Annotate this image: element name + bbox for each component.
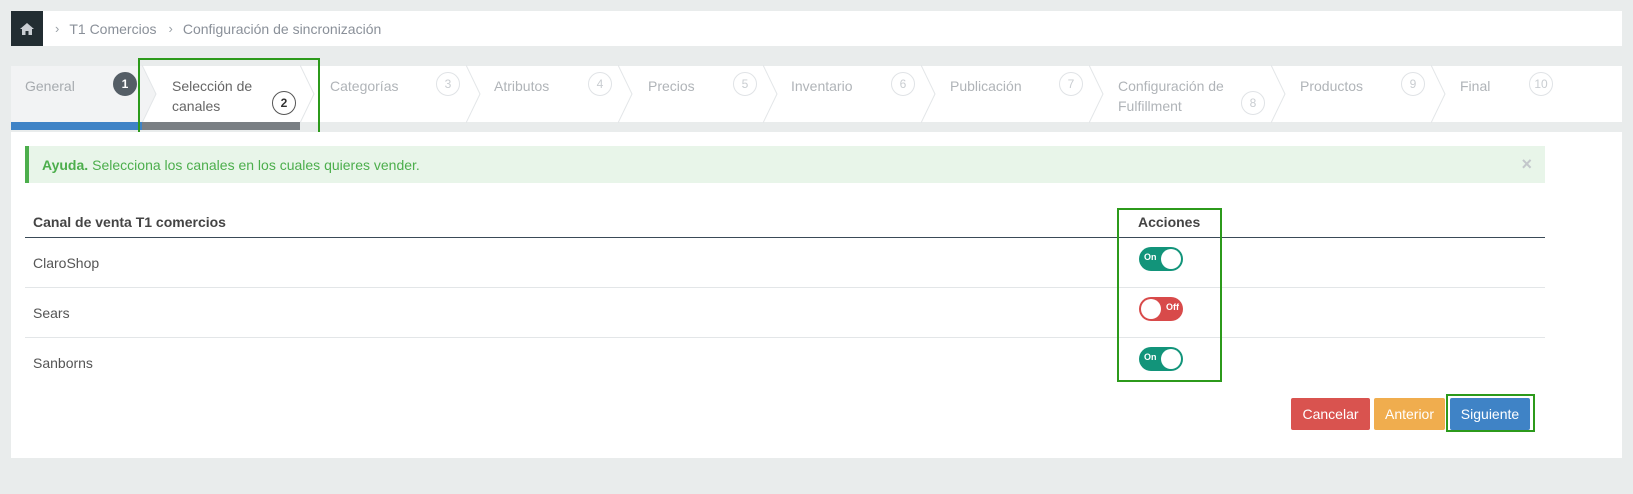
wizard-step-label: Productos — [1300, 78, 1364, 94]
wizard-step-number: 3 — [436, 72, 460, 96]
breadcrumb-link-t1-comercios[interactable]: T1 Comercios — [69, 21, 156, 37]
wizard-step-publicacion[interactable]: Publicación 7 — [921, 66, 1089, 122]
wizard-step-inventario[interactable]: Inventario 6 — [763, 66, 921, 122]
wizard-step-general[interactable]: General 1 — [11, 66, 142, 122]
wizard-chevron — [618, 65, 633, 123]
wizard-chevron — [1431, 65, 1446, 123]
wizard-step-number: 9 — [1401, 72, 1425, 96]
table-row: ClaroShop On — [25, 238, 1545, 288]
wizard-chevron — [466, 65, 481, 123]
wizard-step-number: 8 — [1241, 91, 1265, 115]
wizard-chevron — [921, 65, 936, 123]
wizard-progress-bar — [11, 122, 142, 130]
wizard-step-number: 4 — [588, 72, 612, 96]
wizard-step-categorias[interactable]: Categorías 3 — [300, 66, 466, 122]
wizard-step-label: Final — [1460, 78, 1491, 94]
wizard-step-label: Precios — [648, 78, 695, 94]
highlight-actions-column — [1117, 208, 1222, 382]
wizard-step-label: Atributos — [494, 78, 550, 94]
wizard-step-label: Categorías — [330, 78, 399, 94]
channel-name: ClaroShop — [33, 255, 100, 271]
home-icon[interactable] — [11, 11, 43, 46]
wizard-step-fulfillment[interactable]: Configuración de Fulfillment 8 — [1089, 66, 1271, 122]
channels-table: Canal de venta T1 comercios Acciones Cla… — [25, 202, 1545, 388]
table-row: Sears Off — [25, 288, 1545, 338]
wizard-step-productos[interactable]: Productos 9 — [1271, 66, 1431, 122]
wizard-chevron — [763, 65, 778, 123]
wizard-chevron — [1089, 65, 1104, 123]
table-row: Sanborns On — [25, 338, 1545, 388]
previous-button[interactable]: Anterior — [1374, 398, 1445, 430]
breadcrumb-separator: › — [168, 21, 173, 36]
breadcrumb-current: Configuración de sincronización — [182, 20, 382, 37]
wizard-step-number: 10 — [1529, 72, 1553, 96]
table-header: Canal de venta T1 comercios Acciones — [25, 202, 1545, 238]
channel-name: Sears — [33, 305, 70, 321]
breadcrumb-separator: › — [55, 21, 60, 36]
wizard-step-number: 5 — [733, 72, 757, 96]
channel-name: Sanborns — [33, 355, 93, 371]
wizard-step-label: Inventario — [791, 78, 853, 94]
highlight-next-button — [1446, 394, 1535, 432]
wizard-step-number: 6 — [891, 72, 915, 96]
wizard-step-number: 7 — [1059, 72, 1083, 96]
cancel-button[interactable]: Cancelar — [1291, 398, 1370, 430]
header-channel: Canal de venta T1 comercios — [33, 214, 226, 230]
breadcrumb: › T1 Comercios › Configuración de sincro… — [11, 11, 1622, 46]
main-panel: Ayuda. Selecciona los canales en los cua… — [11, 132, 1622, 458]
wizard-step-label: General — [25, 78, 75, 94]
wizard-step-label: Publicación — [950, 78, 1022, 94]
highlight-active-step — [138, 58, 320, 135]
wizard-chevron — [1271, 65, 1286, 123]
alert-message: Selecciona los canales en los cuales qui… — [92, 156, 420, 173]
close-icon[interactable]: × — [1521, 154, 1532, 175]
wizard-step-final[interactable]: Final 10 — [1431, 66, 1622, 122]
wizard-step-number: 1 — [113, 72, 137, 96]
alert-title: Ayuda. — [42, 156, 89, 173]
wizard-step-label: Configuración de Fulfillment — [1118, 78, 1224, 114]
wizard-step-atributos[interactable]: Atributos 4 — [466, 66, 618, 122]
help-alert: Ayuda. Selecciona los canales en los cua… — [25, 146, 1545, 183]
